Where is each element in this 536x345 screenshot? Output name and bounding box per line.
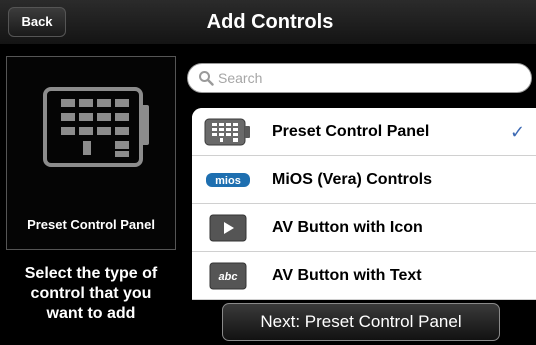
list-item-av-button-with-icon[interactable]: AV Button with Icon (192, 204, 536, 252)
preview-panel: Preset Control Panel Select the type of … (0, 44, 182, 345)
list-item-mios-vera-controls[interactable]: mios MiOS (Vera) Controls (192, 156, 536, 204)
instruction-line: want to add (46, 305, 136, 322)
control-list-panel: Preset Control Panel ✓ mios MiOS (Vera) … (182, 44, 536, 345)
checkmark-icon: ✓ (510, 122, 526, 142)
list-item-label: AV Button with Text (272, 267, 422, 284)
search-input[interactable] (218, 67, 518, 89)
instruction-text: Select the type of control that you want… (0, 264, 182, 324)
instruction-line: Select the type of (24, 265, 158, 282)
next-button[interactable]: Next: Preset Control Panel (222, 303, 500, 341)
search-icon (199, 71, 214, 86)
navigation-bar: Back Add Controls (0, 0, 536, 45)
text-button-icon: abc (209, 262, 247, 290)
list-item-preset-control-panel[interactable]: Preset Control Panel ✓ (192, 108, 536, 156)
instruction-line: control that you (30, 285, 152, 302)
preset-panel-preview-icon (43, 87, 149, 167)
back-button[interactable]: Back (8, 7, 66, 37)
add-controls-screen: Back Add Controls Preset Control Panel S… (0, 0, 536, 345)
list-item-label: Preset Control Panel (272, 123, 430, 140)
play-button-icon (209, 214, 247, 242)
search-bar[interactable] (187, 63, 532, 93)
list-item-av-button-with-text[interactable]: abc AV Button with Text (192, 252, 536, 300)
list-item-label: MiOS (Vera) Controls (272, 171, 433, 188)
preview-label: Preset Control Panel (27, 217, 155, 232)
abc-icon-text: abc (219, 271, 238, 283)
control-type-list: Preset Control Panel ✓ mios MiOS (Vera) … (192, 108, 536, 300)
preset-panel-icon (204, 118, 250, 146)
page-title: Add Controls (206, 11, 334, 33)
mios-logo-icon: mios (206, 173, 250, 187)
mios-logo-text: mios (215, 175, 241, 187)
preview-box: Preset Control Panel (6, 56, 176, 250)
list-item-label: AV Button with Icon (272, 219, 423, 236)
